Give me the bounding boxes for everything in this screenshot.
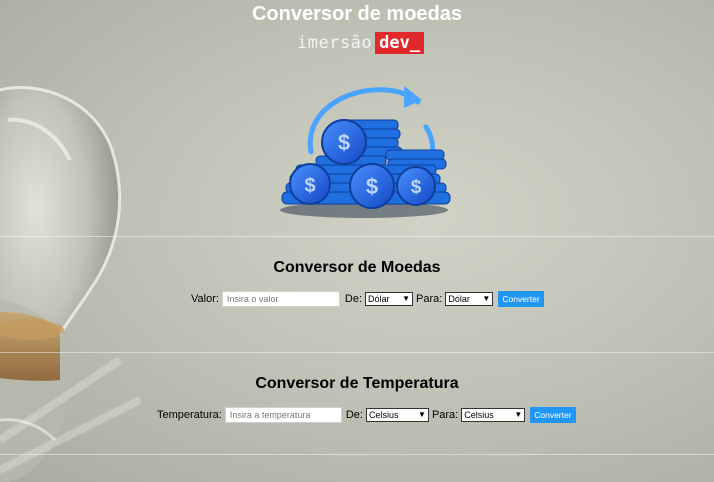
to-label: Para: (431, 409, 459, 421)
imersao-dev-logo: imersão dev_ (297, 32, 425, 54)
to-label: Para: (416, 293, 443, 305)
divider (0, 236, 714, 237)
currency-to-select[interactable]: Dólar ▼ (445, 292, 494, 306)
value-label: Valor: (191, 293, 219, 305)
chevron-down-icon: ▼ (482, 294, 491, 303)
temperature-to-selected: Celsius (464, 410, 494, 420)
temperature-value-input[interactable]: Insira a temperatura (224, 407, 342, 423)
currency-converter-form: Valor: Insira o valor De: Dólar ▼ Para: … (191, 291, 544, 307)
divider (0, 454, 714, 455)
currency-to-selected: Dólar (448, 294, 470, 304)
currency-convert-button[interactable]: Converter (498, 291, 544, 307)
temperature-converter-form: Temperatura: Insira a temperatura De: Ce… (157, 407, 576, 423)
logo-badge: dev_ (375, 32, 425, 54)
page-title: Conversor de moedas (251, 3, 463, 25)
logo-text: imersão (297, 33, 373, 53)
currency-from-select[interactable]: Dólar ▼ (365, 292, 414, 306)
chevron-down-icon: ▼ (514, 410, 523, 419)
svg-text:$: $ (366, 174, 378, 199)
chevron-down-icon: ▼ (418, 410, 426, 419)
temperature-to-select[interactable]: Celsius ▼ (461, 408, 526, 422)
from-label: De: (345, 409, 363, 421)
divider (0, 352, 714, 353)
temperature-from-selected: Celsius (368, 410, 399, 420)
currency-converter-title: Conversor de Moedas (273, 259, 441, 276)
currency-value-placeholder: Insira o valor (226, 294, 279, 304)
temperature-label: Temperatura: (157, 409, 222, 421)
temperature-from-select[interactable]: Celsius ▼ (365, 408, 429, 422)
temperature-convert-button[interactable]: Converter (530, 407, 576, 423)
svg-text:$: $ (411, 177, 422, 198)
chevron-down-icon: ▼ (402, 294, 411, 303)
temperature-converter-title: Conversor de Temperatura (255, 375, 459, 392)
coin-stack-icon: $ $ $ $ (280, 86, 451, 218)
currency-value-input[interactable]: Insira o valor (221, 291, 340, 307)
from-label: De: (344, 293, 363, 305)
svg-text:$: $ (304, 175, 315, 197)
currency-from-selected: Dólar (368, 294, 390, 304)
page-header: Conversor de moedas (0, 0, 714, 26)
svg-text:$: $ (338, 130, 350, 155)
temperature-value-placeholder: Insira a temperatura (229, 410, 311, 420)
